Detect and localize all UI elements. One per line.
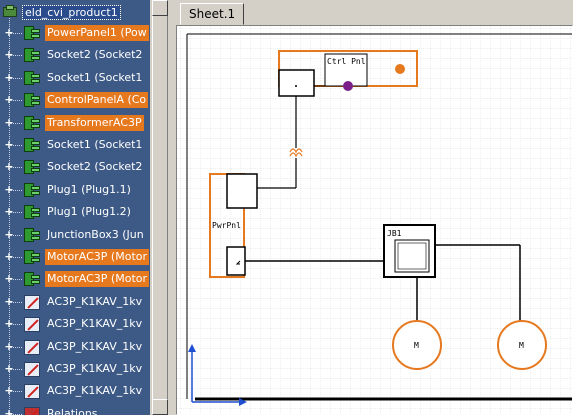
specification-tree[interactable]: eld_cvi_product1 + PowerPanel1 (Pow + Socke… (0, 0, 150, 415)
tree-item-label[interactable]: JunctionBox3 (Jun (45, 227, 146, 243)
component-icon (22, 26, 42, 41)
scrollbar-track[interactable] (152, 0, 168, 415)
tree-item[interactable]: + MotorAC3P (Motor (0, 246, 150, 268)
tree-branch-line (10, 279, 22, 281)
tree-branch-line (10, 167, 22, 169)
tree-branch-line (10, 55, 22, 57)
component-icon (22, 70, 42, 86)
component-icon (22, 160, 42, 175)
tree-item-label[interactable]: ControlPanelA (Co (45, 92, 149, 109)
control-panel-connector-left[interactable] (278, 69, 315, 97)
control-panel-connector-dot[interactable] (343, 81, 353, 91)
tree-branch-line (10, 100, 22, 102)
tree-item-label[interactable]: TransformerAC3P (45, 114, 144, 131)
junction-box-inner-2 (397, 242, 427, 270)
wire-icon (24, 317, 40, 333)
drawing-canvas[interactable]: Ctrl Pnl PwrPnl JB1 M M (176, 25, 573, 415)
tree-item[interactable]: + ControlPanelA (Co (0, 89, 150, 111)
tree-item[interactable]: + AC3P_K1KAV_1kv (0, 358, 150, 380)
tree-item-label[interactable]: AC3P_K1KAV_1kv (45, 339, 144, 355)
motor-2-label: M (519, 341, 524, 350)
component-icon (22, 93, 42, 108)
tree-scrollbar[interactable] (150, 0, 175, 415)
tree-item-label[interactable]: Plug1 (Plug1.2) (45, 204, 133, 220)
control-panel-status-dot (395, 64, 405, 74)
tree-item[interactable]: + AC3P_K1KAV_1kv (0, 380, 150, 402)
motor-1-label: M (414, 341, 419, 350)
junction-box-component[interactable]: JB1 (383, 224, 436, 278)
tree-root-node[interactable]: eld_cvi_product1 (2, 4, 121, 20)
scroll-down-button[interactable] (152, 399, 168, 415)
tree-branch-line (10, 122, 22, 124)
sheet-tab-strip: Sheet.1 (175, 0, 573, 26)
power-panel-connector-top[interactable] (226, 173, 258, 209)
tree-item[interactable]: + MotorAC3P (Motor (0, 268, 150, 290)
product-icon (2, 5, 22, 19)
tree-item-label[interactable]: AC3P_K1KAV_1kv (45, 316, 144, 332)
junction-box-label: JB1 (387, 229, 402, 238)
tree-branch-line (10, 77, 22, 79)
wire-icon (24, 384, 40, 400)
component-icon (22, 227, 42, 243)
component-icon (22, 115, 42, 131)
tree-branch-line (10, 234, 22, 236)
tree-item-label[interactable]: Plug1 (Plug1.1) (45, 182, 133, 198)
tree-item[interactable]: + Relations (0, 403, 150, 415)
tree-item-label[interactable]: Socket1 (Socket1 (45, 70, 144, 86)
application-window: eld_cvi_product1 + PowerPanel1 (Pow + Socke… (0, 0, 573, 415)
wire-icon (24, 362, 40, 377)
wire-icon (24, 294, 40, 310)
tree-item-label[interactable]: PowerPanel1 (Pow (45, 25, 149, 41)
component-icon (22, 272, 42, 287)
tree-item[interactable]: + AC3P_K1KAV_1kv (0, 336, 150, 358)
tree-item-label[interactable]: AC3P_K1KAV_1kv (45, 383, 144, 399)
tree-item[interactable]: + Socket1 (Socket1 (0, 134, 150, 156)
tree-item-label[interactable]: Socket2 (Socket2 (45, 159, 144, 175)
tree-item[interactable]: + Plug1 (Plug1.2) (0, 201, 150, 223)
tree-branch-line (10, 257, 22, 258)
control-panel-label: Ctrl Pnl (327, 57, 366, 66)
component-icon (22, 48, 42, 63)
component-icon (22, 138, 42, 153)
tree-item-label[interactable]: Socket2 (Socket2 (45, 47, 144, 63)
tree-branch-line (10, 301, 22, 303)
tree-branch-line (10, 33, 22, 34)
tree-item-label[interactable]: AC3P_K1KAV_1kv (45, 294, 144, 310)
tree-item-label[interactable]: Socket1 (Socket1 (45, 137, 144, 153)
tree-branch-line (10, 346, 22, 348)
relations-icon (24, 406, 40, 415)
tree-branch-line (10, 391, 22, 393)
tree-item[interactable]: + Socket2 (Socket2 (0, 44, 150, 66)
scroll-up-button[interactable] (152, 0, 168, 16)
tree-branch-line (10, 369, 22, 370)
tree-item-label[interactable]: MotorAC3P (Motor (45, 271, 150, 288)
tree-branch-line (10, 212, 22, 214)
tree-item-label[interactable]: MotorAC3P (Motor (45, 249, 150, 265)
tree-item[interactable]: + AC3P_K1KAV_1kv (0, 291, 150, 313)
component-icon (22, 205, 42, 220)
power-panel-label: PwrPnl (212, 221, 241, 230)
power-panel-connector-bottom[interactable] (226, 246, 246, 276)
motor-1-component[interactable]: M (392, 320, 442, 370)
tree-item[interactable]: + JunctionBox3 (Jun (0, 224, 150, 246)
tree-item-label[interactable]: Relations (45, 406, 100, 415)
tree-branch-line (10, 189, 22, 191)
tree-item[interactable]: + Socket1 (Socket1 (0, 67, 150, 89)
tree-root-label[interactable]: eld_cvi_product1 (22, 4, 121, 20)
control-panel-pin-dot (295, 85, 297, 87)
tab-sheet-1[interactable]: Sheet.1 (180, 3, 244, 25)
tree-branch-line (10, 324, 22, 326)
sheet-area: Sheet.1 Ctrl Pnl PwrPnl JB1 M M (175, 0, 573, 415)
component-icon (22, 182, 42, 198)
tree-branch-line (10, 145, 22, 146)
tree-item[interactable]: + Plug1 (Plug1.1) (0, 179, 150, 201)
tree-item[interactable]: + PowerPanel1 (Pow (0, 22, 150, 44)
tree-item[interactable]: + Socket2 (Socket2 (0, 156, 150, 178)
tree-item[interactable]: + TransformerAC3P (0, 112, 150, 134)
motor-2-component[interactable]: M (497, 320, 547, 370)
wire-icon (24, 339, 40, 355)
component-icon (22, 250, 42, 265)
tree-item[interactable]: + AC3P_K1KAV_1kv (0, 313, 150, 335)
tree-item-label[interactable]: AC3P_K1KAV_1kv (45, 361, 144, 377)
